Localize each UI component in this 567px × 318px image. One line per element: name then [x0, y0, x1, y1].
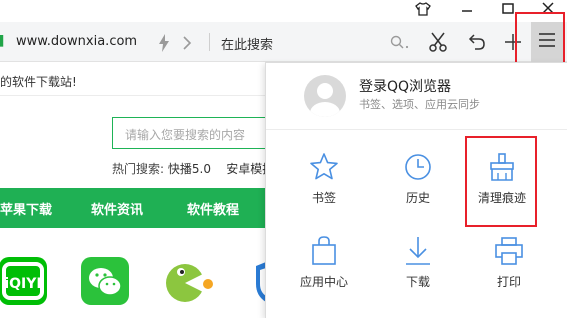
broom-icon [486, 151, 518, 183]
toolbar-search-field[interactable]: 在此搜索 [221, 34, 273, 53]
site-nav-bar: 苹果下载 软件资讯 软件教程 [0, 188, 270, 228]
login-title[interactable]: 登录QQ浏览器 [359, 76, 451, 96]
printer-icon [493, 235, 525, 267]
hot-search-link[interactable]: 快播5.0 [168, 162, 211, 176]
close-icon[interactable] [536, 0, 560, 18]
menu-item-label: 历史 [405, 191, 430, 205]
hot-search-label: 热门搜索: [112, 162, 165, 176]
menu-item-app-center[interactable]: 应用中心 [284, 235, 364, 305]
site-search-placeholder: 请输入您要搜索的内容 [125, 128, 246, 142]
avatar[interactable] [304, 75, 346, 117]
shield-app-icon[interactable] [252, 256, 266, 306]
maximize-icon[interactable] [496, 0, 520, 18]
pacman-app-icon[interactable] [163, 256, 213, 306]
login-subtitle: 书签、选项、应用云同步 [359, 98, 480, 111]
browser-main-menu: 登录QQ浏览器 书签、选项、应用云同步 书签 历史 清理痕迹 应用中心 下载 打… [265, 62, 567, 318]
star-icon [308, 151, 340, 183]
bag-icon [308, 235, 340, 267]
page-divider [0, 95, 270, 96]
toolbar-separator [209, 33, 210, 51]
shirt-icon[interactable] [411, 0, 435, 18]
menu-item-label: 打印 [496, 275, 521, 289]
iqiyi-app-icon[interactable]: iQIYI [0, 256, 48, 306]
url-text[interactable]: www.downxia.com [16, 34, 137, 49]
address-bar[interactable]: ▍ www.downxia.com [0, 22, 420, 62]
menu-item-label: 清理痕迹 [477, 191, 526, 205]
clock-icon [402, 151, 434, 183]
site-security-icon: ▍ [0, 35, 8, 47]
lightning-icon[interactable] [156, 33, 172, 53]
hot-search-line: 热门搜索: 快播5.0 安卓模拟 [112, 160, 274, 177]
scissors-icon[interactable] [427, 31, 449, 53]
menu-item-bookmarks[interactable]: 书签 [284, 151, 364, 221]
minimize-icon[interactable] [455, 0, 479, 18]
plus-icon[interactable] [502, 31, 524, 53]
wechat-app-icon[interactable] [80, 256, 130, 306]
menu-item-download[interactable]: 下载 [378, 235, 458, 305]
nav-item[interactable]: 软件资讯 [91, 199, 143, 218]
nav-item[interactable]: 苹果下载 [0, 199, 52, 218]
site-search-input[interactable]: 请输入您要搜索的内容 [112, 117, 272, 149]
window-titlebar [0, 0, 567, 22]
site-welcome-text: 的软件下载站! [0, 75, 77, 89]
menu-item-label: 书签 [311, 191, 336, 205]
chevron-right-icon[interactable] [180, 33, 194, 53]
menu-icon [538, 32, 556, 52]
undo-icon[interactable] [466, 31, 488, 53]
menu-divider [266, 129, 567, 130]
main-menu-button[interactable] [531, 22, 563, 62]
svg-text:iQIYI: iQIYI [4, 276, 41, 292]
nav-item[interactable]: 软件教程 [187, 199, 239, 218]
menu-item-label: 下载 [405, 275, 430, 289]
menu-item-label: 应用中心 [299, 275, 348, 289]
menu-item-history[interactable]: 历史 [378, 151, 458, 221]
menu-item-print[interactable]: 打印 [469, 235, 549, 305]
download-icon [402, 235, 434, 267]
search-icon[interactable] [389, 34, 411, 52]
menu-item-clear-traces[interactable]: 清理痕迹 [462, 151, 542, 221]
